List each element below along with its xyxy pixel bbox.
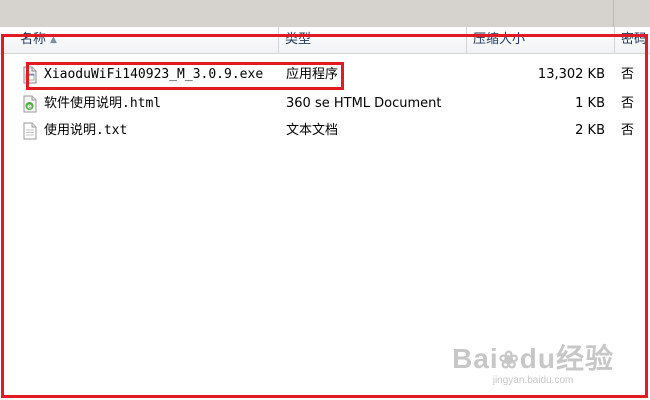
baidu-jingyan-watermark: Bai❀du经验 jingyan.baidu.com [452, 337, 614, 386]
exe-file-highlight-box [26, 62, 344, 90]
watermark-brand-a: Bai [452, 343, 499, 374]
topbar-divider [613, 0, 614, 27]
watermark-brand-b: du [519, 343, 556, 374]
watermark-brand-c: 经验 [555, 343, 614, 374]
window-title-area [0, 0, 650, 27]
watermark-brand: Bai❀du经验 [452, 337, 614, 377]
baidu-paw-icon: ❀ [498, 347, 520, 374]
